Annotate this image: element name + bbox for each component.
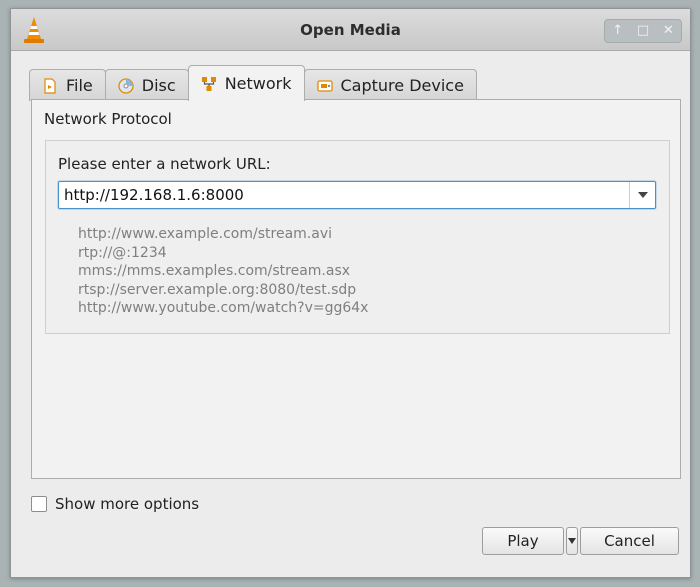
play-button-label: Play [507,532,539,550]
network-panel: Network Protocol Please enter a network … [31,99,681,479]
tab-capture-device[interactable]: Capture Device [303,69,477,101]
close-icon[interactable]: ✕ [659,21,677,41]
capture-device-icon [316,79,333,92]
network-url-input[interactable]: http://192.168.1.6:8000 [64,186,244,204]
tab-disc[interactable]: Disc [104,69,189,101]
url-example: http://www.example.com/stream.avi [78,226,332,242]
url-dropdown-button[interactable] [629,182,655,208]
url-example: rtsp://server.example.org:8080/test.sdp [78,281,357,298]
tab-file[interactable]: File [29,69,106,101]
keep-above-icon[interactable]: ↑ [609,21,627,41]
show-more-options-checkbox[interactable] [31,496,47,512]
network-url-combobox[interactable]: http://192.168.1.6:8000 [58,181,656,209]
title-bar[interactable]: Open Media ↑ □ ✕ [11,9,690,51]
tab-capture-device-label: Capture Device [340,76,464,95]
open-media-dialog: Open Media ↑ □ ✕ File Disc Network Captu… [10,8,691,578]
window-controls: ↑ □ ✕ [604,19,682,43]
show-more-options-label[interactable]: Show more options [55,495,199,513]
window-title: Open Media [300,21,401,39]
maximize-icon[interactable]: □ [634,21,652,41]
url-example: mms://mms.examples.com/stream.asx [78,263,351,279]
chevron-down-icon [637,192,648,198]
play-button[interactable]: Play [482,527,564,555]
network-protocol-heading: Network Protocol [44,110,172,128]
network-url-label: Please enter a network URL: [58,155,271,173]
tab-disc-label: Disc [141,76,176,95]
play-options-dropdown[interactable] [566,527,578,555]
url-example: http://www.youtube.com/watch?v=gg64x [78,300,369,316]
tab-network-label: Network [224,74,292,93]
disc-icon [118,77,134,94]
show-more-options[interactable]: Show more options [31,495,199,513]
tab-network[interactable]: Network [187,65,305,101]
tab-file-label: File [66,76,93,95]
network-protocol-group: Please enter a network URL: http://192.1… [45,140,670,334]
network-icon [201,76,216,91]
source-tabs: File Disc Network Capture Device [29,65,477,101]
url-examples: http://www.example.com/stream.avi rtp://… [78,225,368,318]
file-icon [44,77,56,94]
cancel-button[interactable]: Cancel [580,527,679,555]
url-example: rtp://@:1234 [78,244,167,261]
cancel-button-label: Cancel [604,532,655,550]
chevron-down-icon [568,538,576,544]
